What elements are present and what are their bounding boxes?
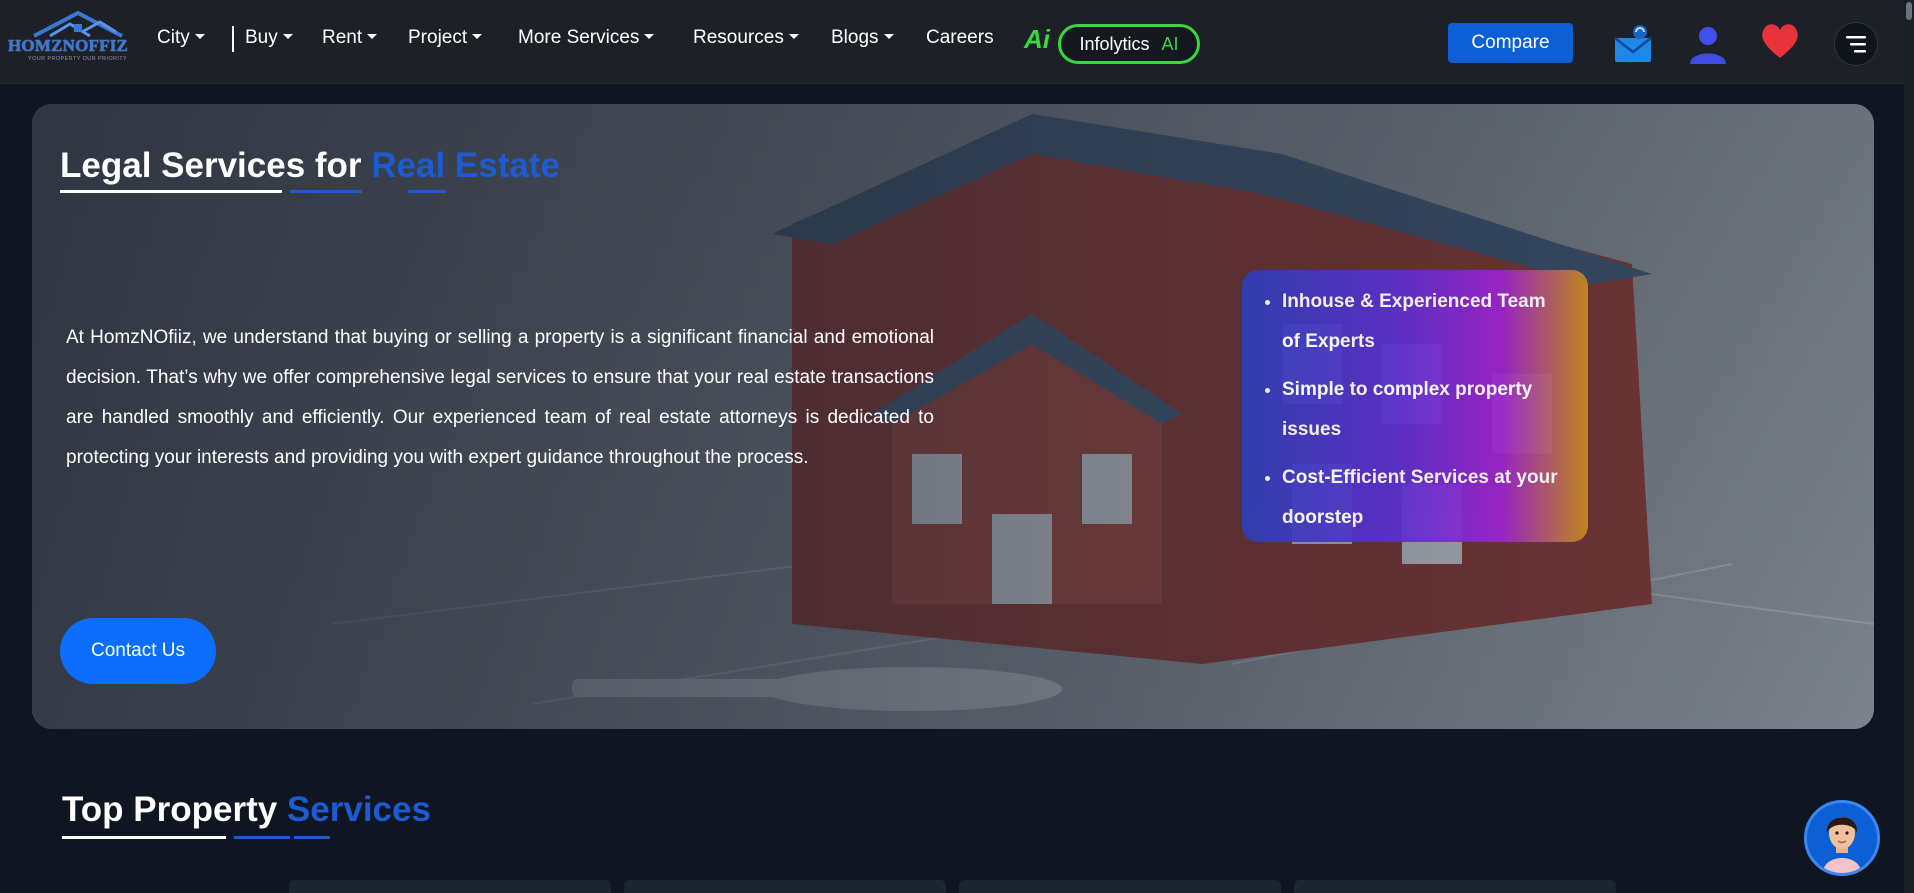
mail-icon[interactable]	[1612, 22, 1654, 64]
title-underline-accent	[290, 190, 362, 193]
site-logo[interactable]: HOMZNOFFIZ YOUR PROPERTY OUR PRIORITY	[8, 8, 144, 64]
top-services-title: Top Property Services	[62, 790, 431, 830]
chevron-down-icon	[472, 34, 483, 39]
feature-item: Simple to complex property issues	[1282, 370, 1568, 450]
features-card: Inhouse & Experienced Team of Experts Si…	[1242, 270, 1588, 542]
title-underline	[60, 190, 282, 193]
nav-project-dropdown[interactable]: Project	[408, 27, 483, 49]
nav-blogs-label: Blogs	[831, 27, 879, 48]
user-icon[interactable]	[1686, 24, 1730, 64]
logo-brand-text: HOMZNOFFIZ	[8, 36, 129, 55]
chevron-down-icon	[194, 34, 205, 39]
features-list: Inhouse & Experienced Team of Experts Si…	[1282, 282, 1568, 538]
infolytics-ai-button[interactable]: Infolytics AI	[1058, 24, 1200, 64]
chevron-down-icon	[367, 34, 378, 39]
service-card[interactable]	[624, 880, 946, 893]
nav-resources-dropdown[interactable]: Resources	[693, 27, 799, 49]
chevron-down-icon	[788, 34, 799, 39]
top-navbar: HOMZNOFFIZ YOUR PROPERTY OUR PRIORITY Ci…	[0, 0, 1914, 84]
chevron-down-icon	[883, 34, 894, 39]
logo-tagline: YOUR PROPERTY OUR PRIORITY	[28, 56, 128, 62]
top-services-title-main: Top Property	[62, 790, 287, 829]
menu-icon[interactable]	[1834, 22, 1878, 66]
section-underline	[62, 836, 226, 839]
feature-item: Cost-Efficient Services at your doorstep	[1282, 458, 1568, 538]
nav-buy-label: Buy	[245, 27, 278, 48]
legal-services-hero: Legal Services for Real Estate At HomzNO…	[32, 104, 1874, 729]
hero-title: Legal Services for Real Estate	[60, 146, 560, 186]
nav-buy-dropdown[interactable]: Buy	[245, 27, 293, 49]
chat-avatar-icon[interactable]	[1804, 800, 1880, 876]
service-card[interactable]	[289, 880, 611, 893]
nav-divider	[232, 26, 234, 52]
infolytics-ai-tag: AI	[1161, 33, 1179, 54]
nav-city-dropdown[interactable]: City	[157, 27, 205, 49]
ai-glyph-text: Ai	[1024, 24, 1050, 54]
hero-description: At HomzNOfiiz, we understand that buying…	[66, 327, 934, 468]
infolytics-label: Infolytics	[1079, 33, 1150, 54]
service-card[interactable]	[959, 880, 1281, 893]
page-scrollbar[interactable]	[1904, 0, 1914, 893]
chevron-down-icon	[644, 34, 655, 39]
compare-button[interactable]: Compare	[1448, 23, 1573, 63]
nav-project-label: Project	[408, 27, 468, 48]
nav-rent-label: Rent	[322, 27, 363, 48]
nav-careers-link[interactable]: Careers	[926, 27, 994, 49]
service-card[interactable]	[1294, 880, 1616, 893]
hero-title-accent: Real Estate	[371, 146, 560, 185]
nav-more-services-label: More Services	[518, 27, 640, 48]
nav-city-label: City	[157, 27, 190, 48]
nav-blogs-dropdown[interactable]: Blogs	[831, 27, 894, 49]
contact-us-button[interactable]: Contact Us	[60, 618, 216, 684]
house-roof-icon	[33, 10, 123, 38]
chevron-down-icon	[282, 34, 293, 39]
section-underline-accent-short	[294, 836, 330, 839]
hero-title-main: Legal Services for	[60, 146, 372, 185]
scrollbar-thumb[interactable]	[1906, 2, 1912, 20]
heart-icon[interactable]	[1758, 20, 1802, 60]
nav-rent-dropdown[interactable]: Rent	[322, 27, 378, 49]
section-underline-accent	[234, 836, 290, 839]
top-services-title-accent: Services	[286, 790, 431, 829]
feature-item: Inhouse & Experienced Team of Experts	[1282, 282, 1568, 362]
ai-sparkle-icon: Ai	[1024, 24, 1050, 55]
title-underline-accent-short	[408, 190, 446, 193]
nav-more-services-dropdown[interactable]: More Services	[518, 27, 655, 49]
nav-resources-label: Resources	[693, 27, 784, 48]
